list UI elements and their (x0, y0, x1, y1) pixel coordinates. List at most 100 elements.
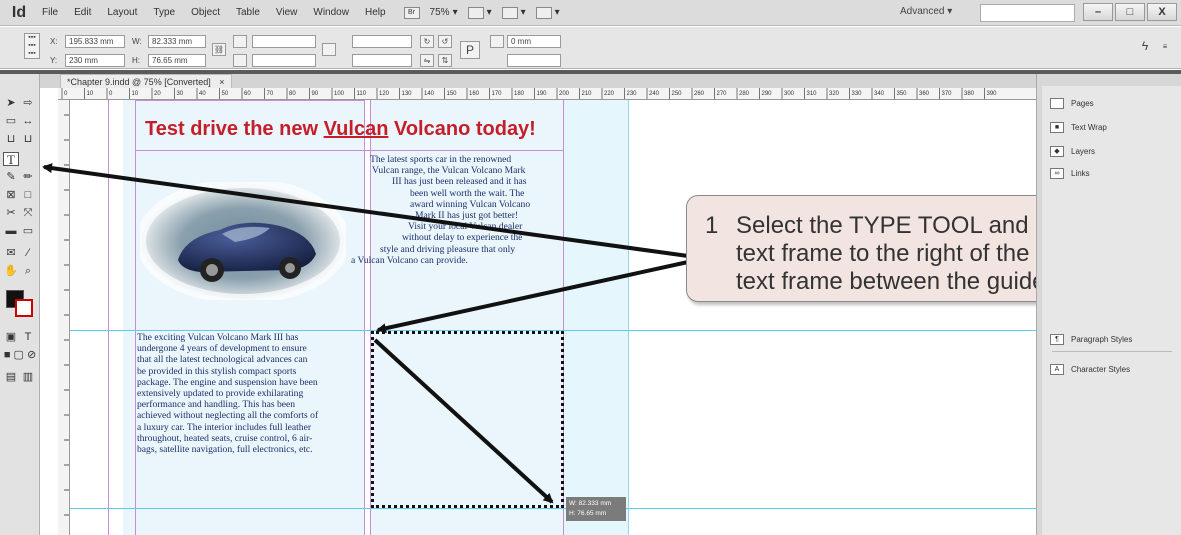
horizontal-ruler[interactable]: 0 10 0 10 20 30 40 50 60 70 80 90 100 110 120 130 140 150… (58, 88, 1036, 100)
chevron-down-icon: ▾ (947, 6, 953, 17)
content-collector-icon[interactable]: ⊔ (3, 132, 19, 146)
document-canvas[interactable]: Test drive the new Vulcan Volcano today!… (70, 100, 1036, 535)
stroke-type-dropdown[interactable] (507, 54, 561, 67)
menu-table[interactable]: Table (228, 7, 268, 18)
scale-y-icon[interactable] (233, 54, 247, 67)
pen-tool-icon[interactable]: ✎ (3, 170, 19, 184)
scale-x-field[interactable] (252, 35, 316, 48)
panel-character-styles[interactable]: A Character Styles (1050, 364, 1130, 375)
search-input[interactable] (980, 4, 1075, 22)
workspace-switcher[interactable]: Advanced ▾ (900, 6, 952, 17)
zoom-tool-icon[interactable]: ⌕ (20, 264, 36, 278)
panel-pages[interactable]: Pages (1050, 98, 1094, 109)
close-tab-icon[interactable]: × (219, 77, 224, 87)
arrange-documents-button[interactable]: ▾ (535, 6, 560, 19)
vertical-ruler[interactable] (58, 100, 70, 535)
page-headline[interactable]: Test drive the new Vulcan Volcano today! (145, 118, 536, 141)
formatting-container-icon[interactable]: ▣ (3, 330, 19, 344)
menu-edit[interactable]: Edit (66, 7, 99, 18)
lightning-icon[interactable]: ϟ (1138, 40, 1152, 54)
ruler-guide-horizontal-2[interactable] (70, 508, 1036, 509)
bridge-button[interactable]: Br (403, 6, 420, 19)
ruler-tick-label: 70 (267, 91, 274, 97)
selection-arrow-icon[interactable]: ➤ (3, 96, 19, 110)
rotate-icon[interactable] (322, 43, 336, 56)
menu-file[interactable]: File (34, 7, 66, 18)
minimize-button[interactable]: – (1083, 3, 1113, 21)
height-field[interactable]: 76.65 mm (148, 54, 206, 67)
scale-x-icon[interactable] (233, 35, 247, 48)
rectangle-tool-icon[interactable]: □ (20, 188, 36, 202)
rectangle-frame-icon[interactable]: ⊠ (3, 188, 19, 202)
flip-vertical-icon[interactable]: ⇅ (438, 54, 452, 67)
menu-object[interactable]: Object (183, 7, 228, 18)
view-options-button[interactable]: ▾ (467, 6, 492, 19)
close-button[interactable]: X (1147, 3, 1177, 21)
screen-mode-button[interactable]: ▾ (501, 6, 526, 19)
car-oval-image[interactable] (140, 182, 346, 300)
stroke-icon[interactable] (490, 35, 504, 48)
new-text-frame-marquee[interactable] (371, 331, 564, 508)
gradient-feather-icon[interactable]: ▭ (20, 224, 36, 238)
paragraph-icon[interactable]: P (460, 41, 480, 59)
menu-view[interactable]: View (268, 7, 306, 18)
rotate-cw-icon[interactable]: ↻ (420, 35, 434, 48)
text-wrap-icon: ■ (1050, 122, 1064, 133)
flip-horizontal-icon[interactable]: ⇋ (420, 54, 434, 67)
x-position-field[interactable]: 195.833 mm (65, 35, 125, 48)
ruler-tick-label: 210 (582, 91, 593, 97)
type-tool-icon[interactable]: T (3, 152, 19, 167)
apply-color-icon[interactable]: ■ ▢ ⊘ (3, 348, 37, 362)
ruler-tick-label: 190 (537, 91, 548, 97)
stroke-swatch[interactable] (15, 299, 33, 317)
page-tool-icon[interactable]: ▭ (3, 114, 19, 128)
panel-layers-label: Layers (1071, 147, 1096, 156)
panel-paragraph-styles-label: Paragraph Styles (1071, 335, 1133, 344)
menu-layout[interactable]: Layout (99, 7, 145, 18)
rotate-ccw-icon[interactable]: ↺ (438, 35, 452, 48)
gap-tool-icon[interactable]: ↔ (20, 114, 36, 128)
column-area-left (135, 100, 364, 535)
ruler-tick-label: 130 (402, 91, 413, 97)
reference-point-icon[interactable]: ▪▪▪ ▪▪▪ ▪▪▪ (24, 33, 40, 59)
scale-y-field[interactable] (252, 54, 316, 67)
fill-stroke-swatch[interactable] (6, 290, 34, 318)
document-tab-bar: *Chapter 9.indd @ 75% [Converted] × (40, 74, 1036, 88)
formatting-text-icon[interactable]: T (20, 330, 36, 344)
document-tab[interactable]: *Chapter 9.indd @ 75% [Converted] × (60, 74, 232, 88)
content-placer-icon[interactable]: ⊔ (20, 132, 36, 146)
ruler-tick-label: 280 (739, 91, 750, 97)
main-text-frame[interactable]: The exciting Vulcan Volcano Mark III has… (137, 332, 363, 455)
body-line-2: undergone 4 years of development to ensu… (137, 343, 307, 355)
maximize-button[interactable]: □ (1115, 3, 1145, 21)
panel-layers[interactable]: ◆ Layers (1050, 146, 1095, 157)
y-position-field[interactable]: 230 mm (65, 54, 125, 67)
pencil-tool-icon[interactable]: ✏ (20, 170, 36, 184)
width-field[interactable]: 82.333 mm (148, 35, 206, 48)
scissors-icon[interactable]: ✂ (3, 206, 19, 220)
menu-type[interactable]: Type (145, 7, 183, 18)
panel-links[interactable]: ∞ Links (1050, 168, 1090, 179)
panel-pages-label: Pages (1071, 99, 1094, 108)
menu-window[interactable]: Window (305, 7, 357, 18)
shear-field[interactable] (352, 54, 412, 67)
intro-text-frame[interactable]: The latest sports car in the renowned Vu… (350, 154, 563, 266)
panel-paragraph-styles[interactable]: ¶ Paragraph Styles (1050, 334, 1132, 345)
w-label: W: (132, 37, 142, 46)
gradient-swatch-icon[interactable]: ▬ (3, 224, 19, 238)
ruler-tick-label: 150 (447, 91, 458, 97)
note-tool-icon[interactable]: ✉ (3, 246, 19, 260)
stroke-weight-field[interactable]: 0 mm (507, 35, 561, 48)
zoom-dropdown[interactable]: 75% ▾ (430, 7, 458, 18)
normal-view-icon[interactable]: ▤ (3, 370, 19, 384)
constrain-proportions-icon[interactable]: ⛓ (212, 43, 226, 56)
direct-selection-icon[interactable]: ⇨ (20, 96, 36, 110)
hand-tool-icon[interactable]: ✋ (3, 264, 19, 278)
menu-help[interactable]: Help (357, 7, 394, 18)
panel-menu-icon[interactable]: ≡ (1158, 41, 1172, 54)
panel-text-wrap[interactable]: ■ Text Wrap (1050, 122, 1107, 133)
rotation-field[interactable] (352, 35, 412, 48)
eyedropper-icon[interactable]: ⁄ (20, 246, 36, 260)
preview-view-icon[interactable]: ▥ (20, 370, 36, 384)
free-transform-icon[interactable]: ⤧ (20, 206, 36, 220)
